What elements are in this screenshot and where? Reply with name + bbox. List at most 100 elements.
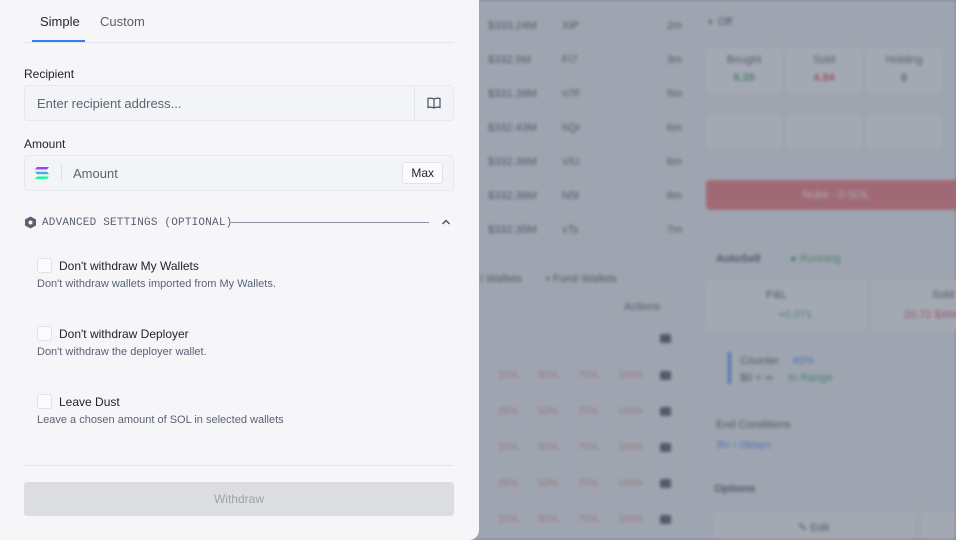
advanced-divider-line [231, 222, 429, 223]
bg-lock-icon [866, 114, 942, 148]
bg-ticker-value: $332.35M [488, 224, 537, 236]
bg-ticker-value: $332.36M [488, 190, 537, 202]
bg-ticker-symbol: N5t [562, 190, 580, 202]
bg-stat-bought: Bought 5.35 [706, 48, 782, 94]
bg-percent-row: 25% 50% 75% 100% [480, 370, 690, 390]
active-tab-indicator [32, 40, 85, 42]
bg-ticker-row: $332.5M FI7 3m [480, 54, 690, 88]
bg-percent-label: 100% [618, 514, 644, 525]
bg-pnl-card [706, 280, 866, 330]
bg-ticker-symbol: XiP [562, 20, 580, 32]
bg-percent-label: 100% [618, 478, 644, 489]
recipient-input[interactable] [37, 86, 407, 120]
bg-percent-label: 25% [498, 514, 519, 525]
bg-ticker-value: $332.36M [488, 156, 537, 168]
withdraw-button[interactable]: Withdraw [24, 482, 454, 516]
address-book-button[interactable] [414, 86, 453, 120]
bg-ticker-age: 6m [666, 122, 682, 134]
bg-ticker-symbol: n7F [562, 88, 581, 100]
bg-end-conditions-label: End Conditions [716, 419, 791, 431]
max-button[interactable]: Max [402, 162, 443, 184]
option-dont-withdraw-deployer: Don't withdraw Deployer Don't withdraw t… [24, 326, 454, 388]
bg-percent-row: 25% 50% 75% 100% [480, 406, 690, 426]
bg-ticker-value: $332.43M [488, 122, 537, 134]
bg-fire-icon [786, 114, 862, 148]
bg-ticker-age: 2m [666, 20, 682, 32]
bg-counter-label: Counter [740, 355, 780, 367]
settings-hex-icon [25, 216, 36, 229]
amount-input[interactable] [73, 156, 393, 190]
address-book-icon [427, 97, 441, 109]
bg-percent-label: 25% [498, 442, 519, 453]
bg-ticker-value: $332.5M [488, 54, 531, 66]
bg-ticker-symbol: hQr [562, 122, 581, 134]
bg-percent-label: 75% [578, 406, 599, 417]
bg-wallet-icon [660, 334, 671, 343]
bg-wallet-icon [660, 407, 671, 416]
option-leave-dust: Leave Dust Leave a chosen amount of SOL … [24, 394, 454, 456]
bg-ticker-age: 5m [666, 88, 682, 100]
bg-ticker-row: $331.39M n7F 5m [480, 88, 690, 122]
bg-wallet-icon [660, 479, 671, 488]
bg-ticker-age: 6m [666, 190, 682, 202]
bg-sold-label: Sold [932, 289, 955, 301]
bg-pnl-value: +0.071 [778, 309, 812, 321]
bg-ticker-age: 6m [666, 156, 682, 168]
bg-percent-label: 75% [578, 442, 599, 453]
bg-counter-range: $0 + ∞ [740, 372, 773, 384]
bg-options-label: Options [714, 483, 756, 495]
chevron-up-icon [442, 219, 450, 225]
bg-wallet-icon [660, 443, 671, 452]
bg-percent-label: 100% [618, 406, 644, 417]
bg-pnl-label: P&L [766, 289, 787, 301]
bg-counter-bar [728, 352, 731, 384]
footer-divider [24, 465, 454, 466]
bg-percent-label: 50% [538, 442, 559, 453]
bg-percent-label: 50% [538, 370, 559, 381]
recipient-field [24, 85, 454, 121]
bg-pause-button [922, 512, 956, 540]
bg-ticker-value: $331.39M [488, 88, 537, 100]
amount-label: Amount [24, 137, 66, 151]
bg-send-icon [706, 114, 782, 148]
option-title: Don't withdraw Deployer [59, 327, 189, 341]
bg-in-range-badge: In Range [788, 372, 833, 384]
option-title: Don't withdraw My Wallets [59, 259, 199, 273]
bg-percent-label: 75% [578, 478, 599, 489]
option-title: Leave Dust [59, 395, 120, 409]
bg-ticker-value: $333.24M [488, 20, 537, 32]
bg-ticker-age: 3m [666, 54, 682, 66]
amount-divider [61, 164, 62, 182]
tab-custom[interactable]: Custom [100, 14, 145, 29]
bg-percent-row: 25% 50% 75% 100% [480, 442, 690, 462]
dont-withdraw-deployer-checkbox[interactable] [37, 326, 52, 341]
bg-off-toggle: ◐ Off [708, 16, 733, 28]
bg-tab-fund-wallets: ▪ Fund Wallets [546, 273, 617, 285]
solana-icon [35, 167, 49, 179]
bg-ticker-symbol: ViU [562, 156, 580, 168]
bg-percent-label: 50% [538, 514, 559, 525]
bg-counter-badge: 40% [792, 355, 815, 367]
bg-stat-holding: Holding 0 [866, 48, 942, 94]
dont-withdraw-my-wallets-checkbox[interactable] [37, 258, 52, 273]
advanced-settings-label: ADVANCED SETTINGS (OPTIONAL) [42, 217, 233, 229]
bg-wallet-icon [660, 515, 671, 524]
option-description: Don't withdraw the deployer wallet. [37, 346, 207, 358]
bg-percent-label: 75% [578, 370, 599, 381]
recipient-label: Recipient [24, 67, 75, 81]
bg-actions-label: Actions [624, 301, 661, 313]
bg-nuke-button: Nuke - 0 SOL [706, 180, 956, 210]
withdraw-panel: Simple Custom Recipient Amount Max ADVAN… [0, 0, 479, 540]
option-description: Leave a chosen amount of SOL in selected… [37, 414, 284, 426]
leave-dust-checkbox[interactable] [37, 394, 52, 409]
tab-simple[interactable]: Simple [40, 14, 80, 29]
option-dont-withdraw-my-wallets: Don't withdraw My Wallets Don't withdraw… [24, 258, 454, 320]
bg-edit-label: ✎ Edit [798, 522, 830, 534]
advanced-settings-toggle[interactable]: ADVANCED SETTINGS (OPTIONAL) [24, 214, 454, 232]
bg-tab-wallets: t Wallets [480, 273, 522, 285]
bg-percent-label: 50% [538, 478, 559, 489]
bg-percent-label: 25% [498, 406, 519, 417]
bg-percent-label: 25% [498, 370, 519, 381]
bg-running-badge: ● Running [790, 253, 841, 265]
bg-percent-label: 25% [498, 478, 519, 489]
